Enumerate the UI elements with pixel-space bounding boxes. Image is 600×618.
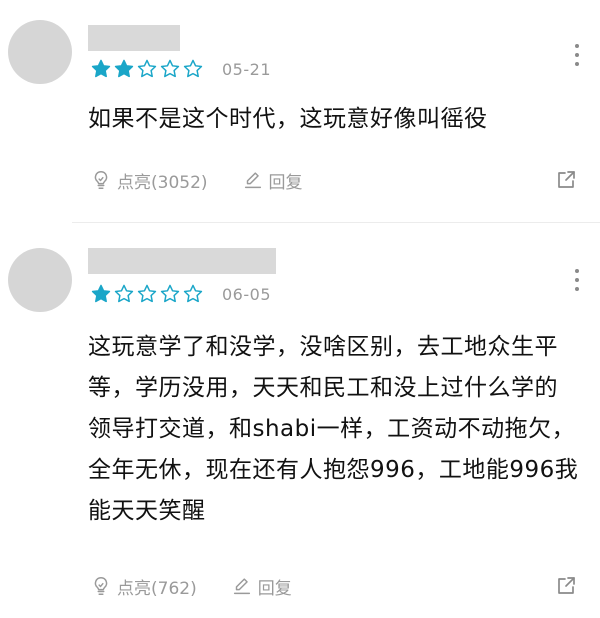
username-redacted[interactable]	[88, 25, 180, 51]
comment-text: 这玩意学了和没学，没啥区别，去工地众生平等，学历没用，天天和民工和没上过什么学的…	[88, 334, 579, 524]
like-button[interactable]: 点亮(3052)	[90, 168, 208, 193]
star-rating	[90, 283, 204, 305]
comment-date: 06-05	[222, 285, 271, 304]
reply-label: 回复	[257, 578, 292, 599]
comment-actions: 点亮(3052) 回复	[90, 166, 578, 194]
comment-actions: 点亮(762) 回复	[90, 572, 578, 600]
star-empty-icon	[114, 284, 134, 303]
more-vertical-icon[interactable]	[574, 269, 580, 291]
edit-icon	[244, 172, 261, 189]
star-rating	[90, 58, 204, 80]
lightbulb-icon	[94, 171, 108, 189]
comment-item-2: 06-05 这玩意学了和没学，没啥区别，去工地众生平等，学历没用，天天和民工和没…	[0, 222, 600, 618]
share-icon	[558, 171, 575, 188]
lightbulb-icon	[94, 577, 108, 595]
star-empty-icon	[183, 59, 203, 78]
star-filled-icon	[91, 59, 111, 78]
share-icon	[558, 577, 575, 594]
comment-item-1: 05-21 如果不是这个时代，这玩意好像叫徭役 点亮(3052) 回复	[0, 0, 600, 222]
avatar[interactable]	[8, 248, 72, 312]
like-count: 点亮(762)	[117, 578, 197, 599]
star-empty-icon	[137, 59, 157, 78]
reply-button[interactable]: 回复	[242, 168, 303, 193]
star-filled-icon	[114, 59, 134, 78]
more-vertical-icon[interactable]	[574, 44, 580, 66]
star-empty-icon	[183, 284, 203, 303]
star-empty-icon	[160, 284, 180, 303]
like-count: 点亮(3052)	[117, 172, 208, 193]
star-filled-icon	[91, 284, 111, 303]
share-button[interactable]	[554, 168, 578, 192]
like-button[interactable]: 点亮(762)	[90, 574, 197, 599]
comment-text: 如果不是这个时代，这玩意好像叫徭役	[88, 106, 488, 132]
star-empty-icon	[137, 284, 157, 303]
reply-button[interactable]: 回复	[231, 574, 292, 599]
comment-date: 05-21	[222, 60, 271, 79]
star-empty-icon	[160, 59, 180, 78]
reply-label: 回复	[268, 172, 303, 193]
share-button[interactable]	[554, 574, 578, 598]
edit-icon	[233, 578, 250, 595]
avatar[interactable]	[8, 20, 72, 84]
username-redacted[interactable]	[88, 248, 276, 274]
